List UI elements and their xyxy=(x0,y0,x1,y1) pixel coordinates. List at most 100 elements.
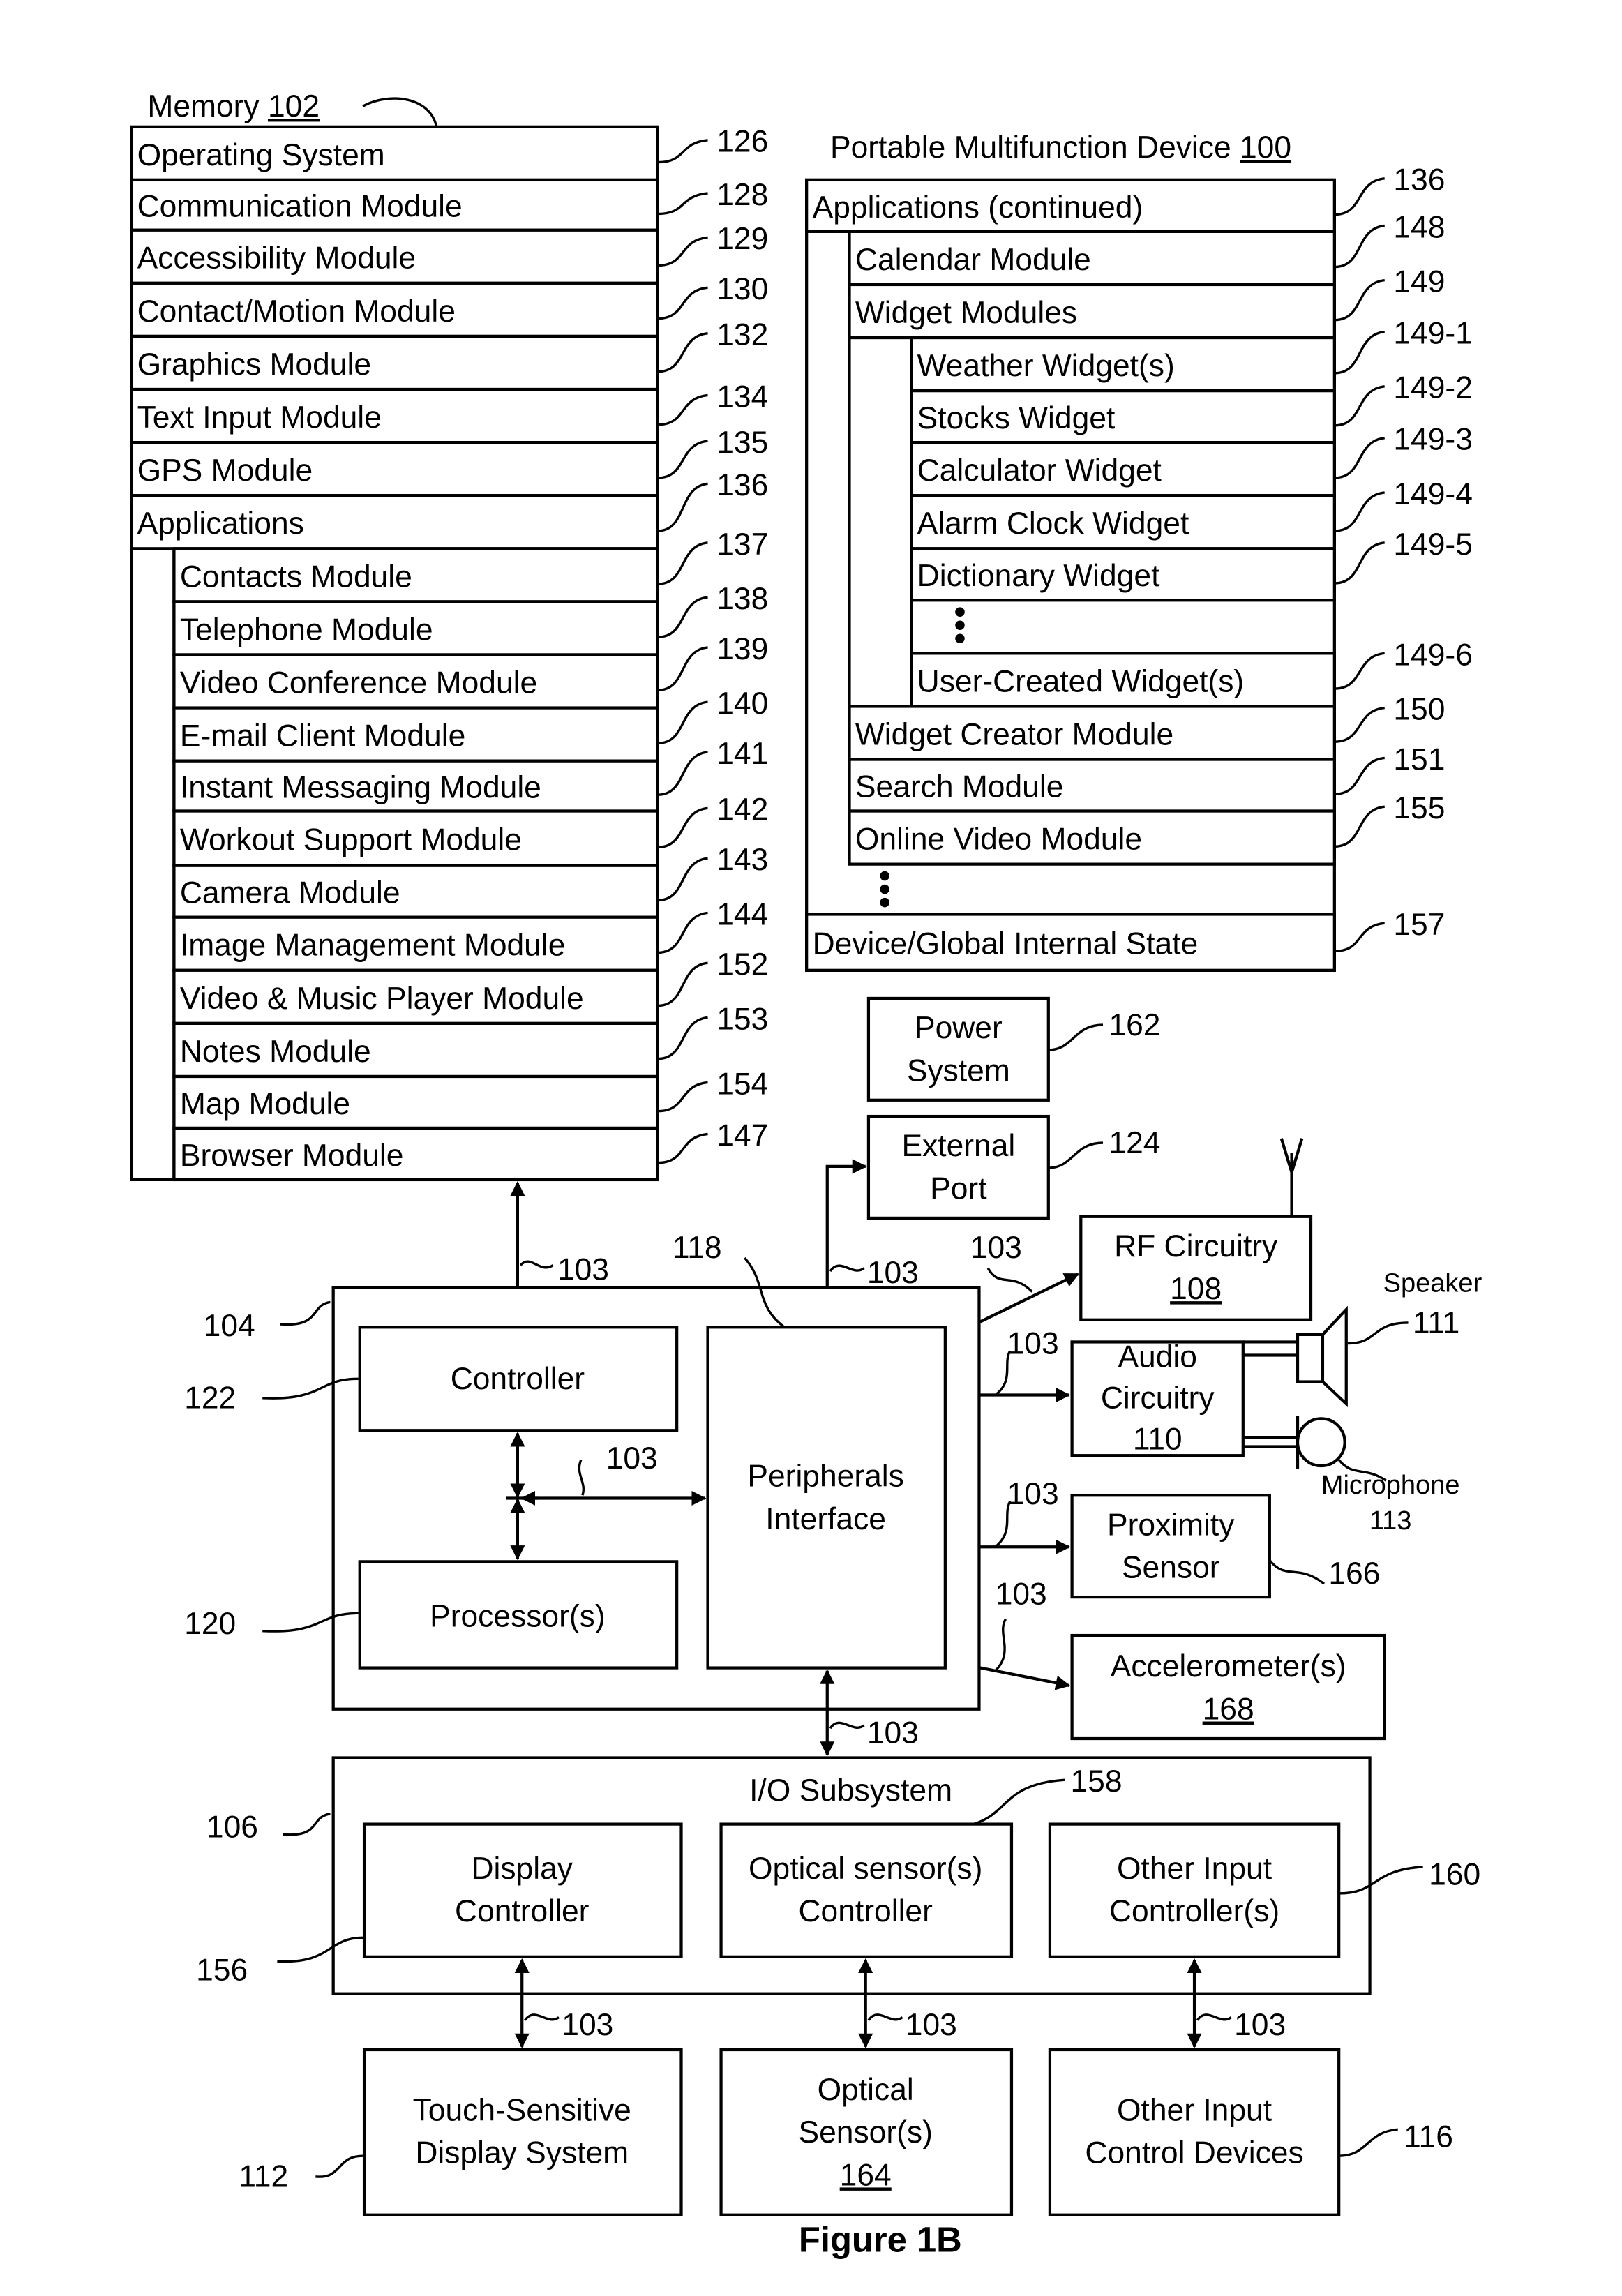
power-system-block: Power System 162 xyxy=(866,996,1161,1102)
chip-ref: 104 xyxy=(204,1309,255,1343)
memory-row-ref: 152 xyxy=(716,947,768,982)
bus-ref-label: 103 xyxy=(906,2008,957,2042)
memory-row-label: Image Management Module xyxy=(180,929,566,963)
device-row-label: Device/Global Internal State xyxy=(813,927,1199,961)
memory-row-label: Telephone Module xyxy=(180,613,433,647)
memory-row-leader xyxy=(657,1132,708,1164)
memory-row-leader xyxy=(657,139,708,164)
other-input-devices-block: Other Input Control Devices 116 xyxy=(1048,2048,1453,2216)
device-row-label: Stocks Widget xyxy=(917,401,1116,435)
chip-leader xyxy=(280,1300,331,1326)
device-row-label: Widget Creator Module xyxy=(855,717,1173,751)
memory-row-ref: 134 xyxy=(716,380,768,414)
device-row-leader xyxy=(1334,278,1385,322)
ellipsis-icon xyxy=(955,607,965,617)
bus-leader xyxy=(829,1721,865,1729)
device-title: Portable Multifunction Device 100 xyxy=(830,130,1291,165)
ellipsis-icon xyxy=(955,620,965,630)
device-row-ref: 149-5 xyxy=(1393,527,1472,562)
bus-ref-label: 103 xyxy=(1007,1326,1059,1360)
device-row-ref: 151 xyxy=(1393,742,1445,776)
proximity-label-1: Proximity xyxy=(1107,1508,1235,1542)
device-row-leader xyxy=(1334,437,1385,479)
bus-leader xyxy=(994,1618,1007,1672)
memory-row-leader xyxy=(657,286,708,320)
figure-caption: Figure 1B xyxy=(799,2220,962,2260)
display-controller-box xyxy=(362,1822,683,1958)
memory-row-leader xyxy=(657,192,708,216)
device-row-label: Online Video Module xyxy=(855,822,1142,856)
memory-module-list: Operating System 126 Communication Module 1… xyxy=(129,125,768,1182)
optical-controller-label-1: Optical sensor(s) xyxy=(749,1852,982,1886)
memory-row-ref: 128 xyxy=(716,178,768,212)
accelerometer-block: Accelerometer(s) 168 103 xyxy=(949,1577,1386,1741)
bus-leader xyxy=(519,1260,554,1269)
display-controller-label-1: Display xyxy=(471,1852,573,1886)
bus-ref-label: 103 xyxy=(606,1441,658,1476)
chip-block: 104 Controller 122 Processor(s) 120 103 … xyxy=(184,1231,981,1711)
device-row-leader xyxy=(1334,922,1385,953)
device-row-label: Calendar Module xyxy=(855,243,1091,277)
audio-number: 110 xyxy=(1133,1423,1182,1457)
device-group: Portable Multifunction Device 100 Applic… xyxy=(805,130,1473,972)
bus-leader xyxy=(524,2013,560,2021)
optical-controller-ref: 158 xyxy=(1071,1764,1122,1799)
display-controller-label-2: Controller xyxy=(455,1894,590,1928)
memory-row-ref: 136 xyxy=(716,468,768,502)
memory-row-ref: 138 xyxy=(716,582,768,616)
memory-row-ref: 139 xyxy=(716,632,768,666)
memory-row-leader xyxy=(657,961,708,1007)
display-controller-ref: 156 xyxy=(196,1953,248,1988)
io-title: I/O Subsystem xyxy=(749,1773,952,1808)
touch-display-label-2: Display System xyxy=(415,2136,629,2170)
ellipsis-icon xyxy=(880,884,889,894)
memory-row-leader xyxy=(657,646,708,691)
device-row-ref: 157 xyxy=(1393,908,1445,942)
rf-number: 108 xyxy=(1170,1272,1222,1306)
external-port-leader xyxy=(1048,1141,1104,1169)
bus-ref-label: 103 xyxy=(867,1716,919,1750)
memory-row-label: Browser Module xyxy=(180,1139,404,1173)
bus-leader xyxy=(829,1264,865,1273)
other-input-devices-label-2: Control Devices xyxy=(1085,2136,1303,2170)
bus-leader xyxy=(1196,2013,1232,2021)
bus-ref-label: 103 xyxy=(557,1253,609,1287)
speaker-ref: 111 xyxy=(1413,1306,1459,1340)
microphone-icon: Microphone 113 xyxy=(1296,1416,1460,1536)
proximity-label-2: Sensor xyxy=(1122,1551,1220,1585)
device-row-ref: 150 xyxy=(1393,692,1445,726)
accelerometer-number: 168 xyxy=(1203,1693,1254,1727)
memory-row-label: Video & Music Player Module xyxy=(180,982,584,1016)
memory-row-label: Applications xyxy=(137,507,304,541)
device-row-leader xyxy=(1334,491,1385,532)
optical-sensor-block: Optical Sensor(s) 164 xyxy=(719,2048,1014,2216)
memory-row-leader xyxy=(657,700,708,744)
peripherals-interface-box xyxy=(706,1326,947,1670)
memory-row-label: Camera Module xyxy=(180,876,400,910)
bus-leader xyxy=(986,1267,1033,1293)
ellipsis-icon xyxy=(880,897,889,908)
memory-row-leader xyxy=(657,482,708,532)
microphone-label: Microphone xyxy=(1321,1471,1460,1500)
memory-row-label: Notes Module xyxy=(180,1035,371,1069)
bus-ref-label: 103 xyxy=(1234,2008,1286,2042)
device-row-label: Dictionary Widget xyxy=(917,559,1160,593)
applications-frame xyxy=(130,495,174,1182)
bus-leader xyxy=(867,2013,903,2021)
speaker-label: Speaker xyxy=(1383,1269,1482,1298)
memory-row-leader xyxy=(657,751,708,796)
memory-row-ref: 137 xyxy=(716,527,768,562)
device-row-label: Search Module xyxy=(855,770,1063,804)
ellipsis-icon xyxy=(955,633,965,644)
device-module-list: Applications (continued) 136 Calendar Modu… xyxy=(805,163,1473,972)
memory-row-leader xyxy=(657,806,708,849)
audio-label-2: Circuitry xyxy=(1101,1381,1215,1416)
memory-row-label: Workout Support Module xyxy=(180,823,522,857)
power-leader xyxy=(1048,1023,1104,1051)
touch-display-label-1: Touch-Sensitive xyxy=(413,2093,631,2127)
memory-row-leader xyxy=(657,236,708,267)
memory-row-ref: 144 xyxy=(716,897,768,931)
device-row-label: Widget Modules xyxy=(855,296,1077,330)
device-row-ref: 136 xyxy=(1393,163,1445,197)
block-diagram: Memory 102 Operating System 126 Communicat… xyxy=(129,89,1482,2260)
